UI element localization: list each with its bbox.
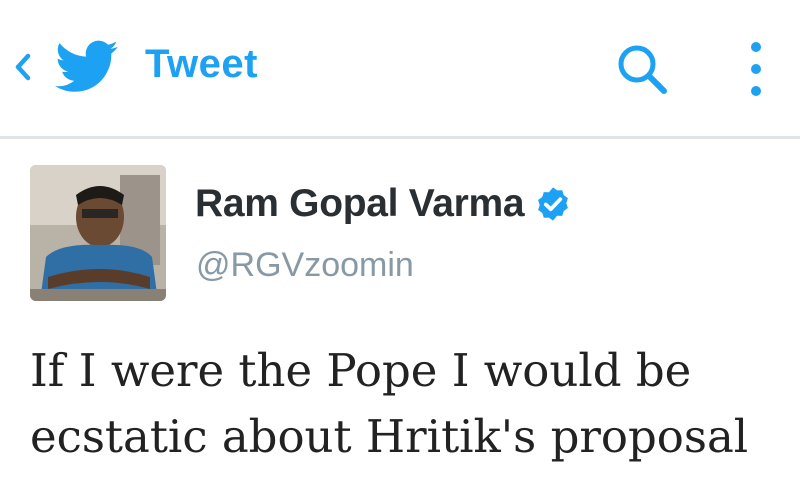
header-divider [0,136,800,139]
search-button[interactable] [612,38,674,100]
twitter-bird-icon [55,40,118,92]
search-icon [618,45,667,94]
back-button[interactable] [8,42,38,92]
more-options-button[interactable] [740,38,772,100]
author-handle[interactable]: @RGVzoomin [196,246,414,285]
page-title: Tweet [145,42,258,86]
verified-badge-icon [538,187,569,221]
more-vertical-icon [751,42,761,96]
tweet-text: If I were the Pope I would be ecstatic a… [30,344,749,463]
author-name[interactable]: Ram Gopal Varma [195,182,525,226]
chevron-left-icon [15,53,31,81]
top-app-bar: Tweet [0,0,800,136]
author-row: Ram Gopal Varma [195,182,572,226]
avatar[interactable] [30,165,166,301]
